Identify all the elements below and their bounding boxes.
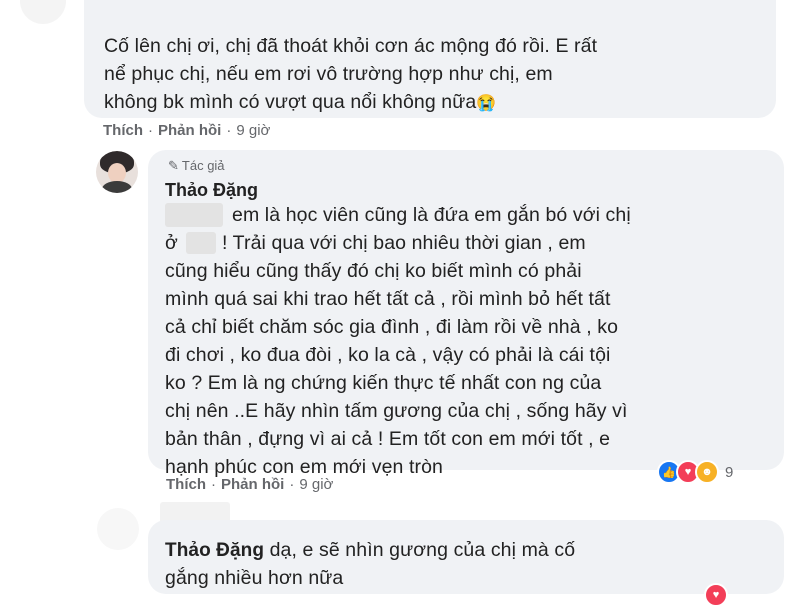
comment-actions: Thích · Phản hồi · 9 giờ xyxy=(103,122,271,139)
reply-text: dạ, e sẽ nhìn gương của chị mà cố xyxy=(269,539,576,561)
reply-actions: Thích · Phản hồi · 9 giờ xyxy=(166,476,334,493)
reply-text-line: em là học viên cũng là đứa em gắn bó với… xyxy=(232,204,631,226)
care-icon: ☻ xyxy=(695,460,719,484)
love-icon: ♥ xyxy=(704,583,728,607)
reply-text-line: mình quá sai khi trao hết tất cả , rồi m… xyxy=(165,288,611,310)
like-button[interactable]: Thích xyxy=(103,122,143,139)
comment-time[interactable]: 9 giờ xyxy=(236,122,270,139)
comment-text-line: Cố lên chị ơi, chị đã thoát khỏi cơn ác … xyxy=(104,35,598,57)
reaction-summary[interactable]: ♥ xyxy=(704,583,728,607)
reaction-count: 9 xyxy=(725,463,734,481)
reply-text-line: cũng hiểu cũng thấy đó chị ko biết mình … xyxy=(165,260,582,282)
reply-text-line: gắng nhiều hơn nữa xyxy=(165,567,344,589)
reply-text-line: ! Trải qua với chị bao nhiêu thời gian ,… xyxy=(222,232,586,254)
reply-text-line: ko ? Em là ng chứng kiến thực tế nhất co… xyxy=(165,372,602,394)
reply-text-line: Thảo Đặng dạ, e sẽ nhìn gương của chị mà… xyxy=(165,536,575,566)
reply-time[interactable]: 9 giờ xyxy=(299,476,333,493)
redacted-tag xyxy=(165,203,223,227)
like-button[interactable]: Thích xyxy=(166,476,206,493)
comment-text-line: nể phục chị, nếu em rơi vô trường hợp nh… xyxy=(104,63,553,85)
comment-text-line: không bk mình có vượt qua nổi không nữa😭 xyxy=(104,88,496,119)
reply-button[interactable]: Phản hồi xyxy=(158,122,221,139)
author-name[interactable]: Thảo Đặng xyxy=(165,540,264,561)
reaction-summary[interactable]: 👍 ♥ ☻ 9 xyxy=(657,460,734,484)
crying-emoji-icon: 😭 xyxy=(476,95,497,112)
reply-text-line: đi chơi , ko đua đòi , ko la cà , vậy có… xyxy=(165,344,611,366)
pencil-icon: ✎ xyxy=(168,158,179,173)
commenter-avatar[interactable] xyxy=(20,0,66,24)
avatar-body xyxy=(102,181,132,193)
reply-text-line: chị nên ..E hãy nhìn tấm gương của chị ,… xyxy=(165,400,628,422)
author-avatar[interactable] xyxy=(96,151,138,193)
reply-button[interactable]: Phản hồi xyxy=(221,476,284,493)
reply-text-line: cả chỉ biết chăm sóc gia đình , đi làm r… xyxy=(165,316,619,338)
reply-text-line: ở xyxy=(165,232,178,254)
avatar-face xyxy=(108,163,126,183)
redacted-place xyxy=(186,232,216,254)
replier-avatar[interactable] xyxy=(97,508,139,550)
comment-text: không bk mình có vượt qua nổi không nữa xyxy=(104,91,477,113)
author-badge: ✎ Tác giả xyxy=(168,158,225,174)
author-badge-label: Tác giả xyxy=(181,158,225,173)
author-name[interactable]: Thảo Đặng xyxy=(165,180,258,201)
reply-text-line: bản thân , đựng vì ai cả ! Em tốt con em… xyxy=(165,428,611,450)
